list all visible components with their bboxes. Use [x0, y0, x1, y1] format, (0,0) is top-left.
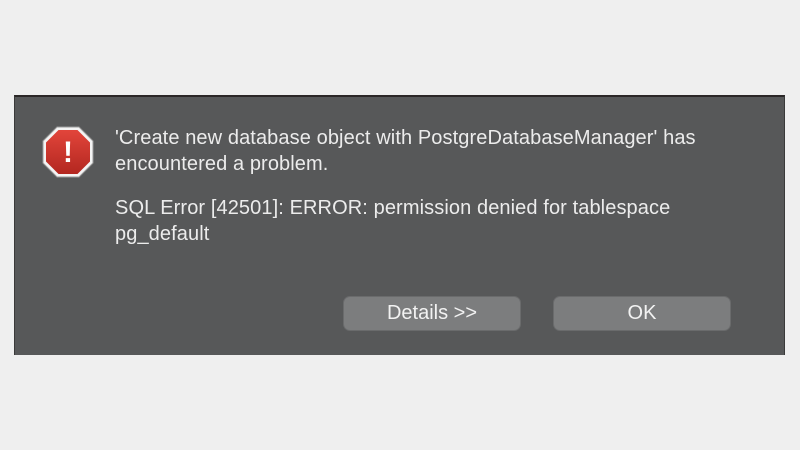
screen: ! 'Create new database object with Postg… — [0, 0, 800, 450]
error-dialog: ! 'Create new database object with Postg… — [14, 95, 785, 355]
error-detail: SQL Error [42501]: ERROR: permission den… — [115, 197, 671, 245]
error-title: 'Create new database object with Postgre… — [115, 127, 696, 175]
details-button[interactable]: Details >> — [343, 296, 521, 331]
alert-octagon-icon: ! — [42, 126, 94, 178]
alert-glyph: ! — [63, 136, 73, 169]
ok-button[interactable]: OK — [553, 296, 731, 331]
